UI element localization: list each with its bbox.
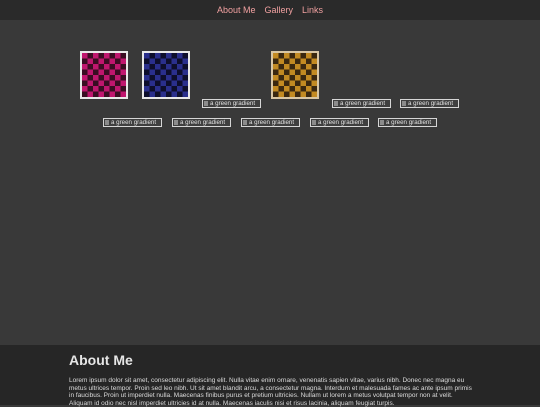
about-heading: About Me xyxy=(69,352,133,368)
broken-image[interactable]: a green gradient xyxy=(172,118,231,127)
broken-image[interactable]: a green gradient xyxy=(332,99,391,108)
broken-image[interactable]: a green gradient xyxy=(202,99,261,108)
nav-links-link[interactable]: Links xyxy=(302,5,323,15)
about-footer: About Me Lorem ipsum dolor sit amet, con… xyxy=(0,345,540,407)
checker-pattern xyxy=(82,53,126,97)
checker-pattern xyxy=(144,53,188,97)
nav-about-me-link[interactable]: About Me xyxy=(217,5,256,15)
pink-checker-thumbnail[interactable] xyxy=(80,51,128,99)
about-text: Lorem ipsum dolor sit amet, consectetur … xyxy=(69,377,472,407)
top-nav: About Me Gallery Links xyxy=(0,0,540,20)
broken-image[interactable]: a green gradient xyxy=(378,118,437,127)
blue-checker-thumbnail[interactable] xyxy=(142,51,190,99)
nav-gallery-link[interactable]: Gallery xyxy=(265,5,294,15)
gold-checker-thumbnail[interactable] xyxy=(271,51,319,99)
broken-image[interactable]: a green gradient xyxy=(310,118,369,127)
broken-image[interactable]: a green gradient xyxy=(241,118,300,127)
broken-image[interactable]: a green gradient xyxy=(400,99,459,108)
checker-pattern xyxy=(273,53,317,97)
gallery: a green gradient a green gradient a gree… xyxy=(0,20,540,345)
broken-image[interactable]: a green gradient xyxy=(103,118,162,127)
